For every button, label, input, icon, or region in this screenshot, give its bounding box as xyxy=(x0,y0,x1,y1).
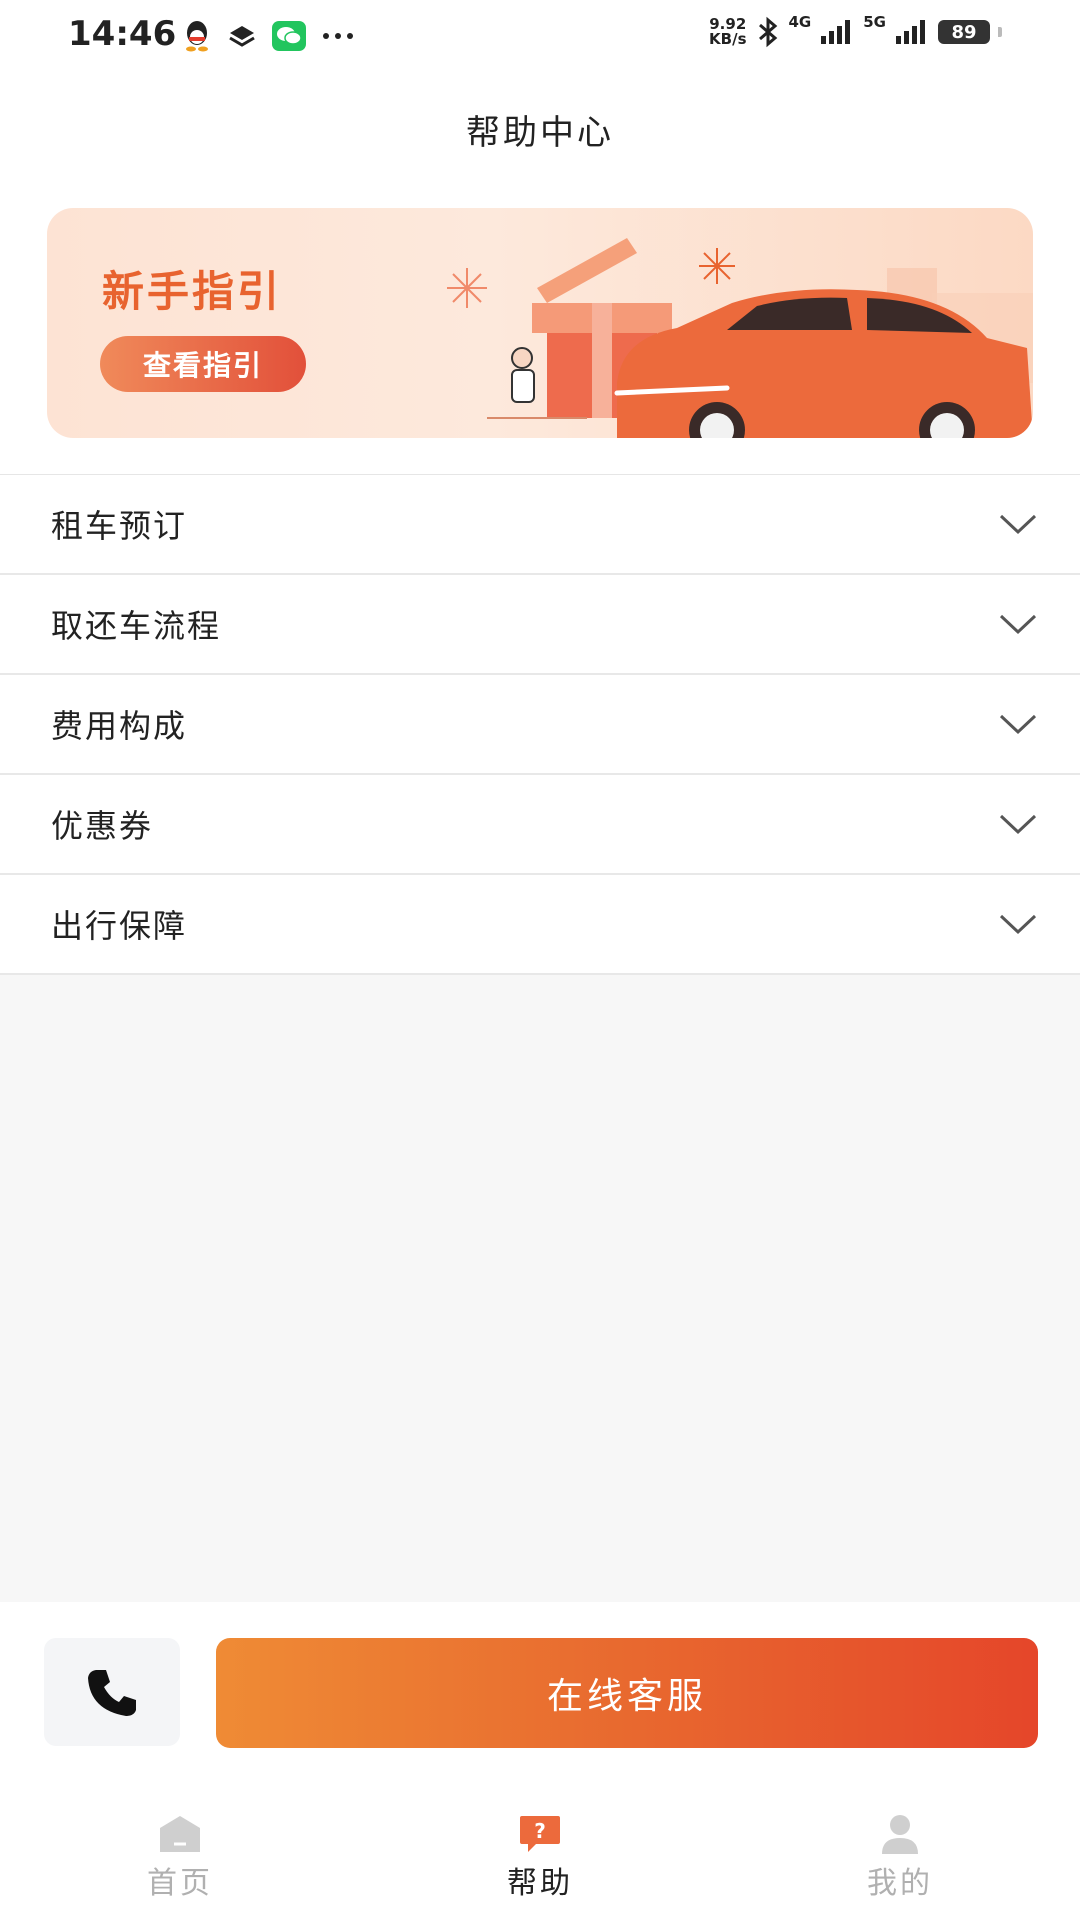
user-icon xyxy=(882,1815,918,1854)
bluetooth-icon xyxy=(758,16,777,48)
car-illustration xyxy=(447,238,1033,438)
wechat-icon xyxy=(272,21,306,51)
signal-2-icon xyxy=(896,20,925,44)
faq-item-label: 出行保障 xyxy=(51,907,188,945)
battery-indicator: 89 xyxy=(938,20,990,44)
header: 帮助中心 xyxy=(0,74,1080,184)
signal-2-label: 5G xyxy=(863,13,886,31)
chevron-down-icon[interactable] xyxy=(998,711,1038,737)
tab-home[interactable]: 首页 xyxy=(80,1762,280,1920)
network-speed-unit: KB/s xyxy=(709,30,747,48)
chevron-down-icon[interactable] xyxy=(998,911,1038,937)
page-title: 帮助中心 xyxy=(466,112,614,153)
view-guide-button[interactable]: 查看指引 xyxy=(100,336,306,392)
banner-area: 新手指引 查看指引 xyxy=(0,184,1080,474)
status-bar: 14:46 9.92 KB/s 4G 5G 89 xyxy=(0,0,1080,74)
phone-call-button[interactable] xyxy=(44,1638,180,1746)
signal-1-label: 4G xyxy=(788,13,812,31)
tab-home-label: 首页 xyxy=(147,1866,213,1901)
signal-1-icon xyxy=(821,20,851,44)
chevron-down-icon[interactable] xyxy=(998,611,1038,637)
faq-item-rental-booking[interactable]: 租车预订 xyxy=(0,475,1080,575)
chevron-down-icon[interactable] xyxy=(998,511,1038,537)
tab-help-label: 帮助 xyxy=(507,1866,573,1901)
tab-mine-label: 我的 xyxy=(867,1866,933,1901)
system-status: 9.92 KB/s 4G 5G 89 xyxy=(709,13,1002,48)
faq-item-pickup-return[interactable]: 取还车流程 xyxy=(0,575,1080,675)
qq-icon xyxy=(186,21,208,52)
beginner-guide-banner[interactable]: 新手指引 查看指引 xyxy=(47,208,1033,438)
banner-title: 新手指引 xyxy=(102,267,283,316)
network-speed: 9.92 KB/s xyxy=(709,17,746,47)
help-icon: ? xyxy=(520,1816,560,1852)
home-icon xyxy=(160,1816,200,1852)
tab-help[interactable]: ? 帮助 xyxy=(440,1762,640,1920)
faq-item-label: 费用构成 xyxy=(51,707,188,745)
help-center-screen: 14:46 9.92 KB/s 4G 5G 89 帮助中心 新手指引 查看指引 … xyxy=(0,0,1080,1920)
faq-item-label: 取还车流程 xyxy=(51,607,222,645)
online-service-button[interactable]: 在线客服 xyxy=(216,1638,1038,1748)
faq-accordion: 租车预订 取还车流程 费用构成 优惠券 出行保障 xyxy=(0,474,1080,975)
chevron-down-icon[interactable] xyxy=(998,811,1038,837)
svg-text:?: ? xyxy=(534,1819,546,1843)
status-time: 14:46 xyxy=(68,14,177,54)
faq-item-coupons[interactable]: 优惠券 xyxy=(0,775,1080,875)
faq-item-travel-protection[interactable]: 出行保障 xyxy=(0,875,1080,975)
tab-bar: 首页 ? 帮助 我的 xyxy=(0,1762,1080,1920)
notification-icons xyxy=(182,20,354,52)
faq-item-label: 租车预订 xyxy=(51,507,188,545)
phone-icon xyxy=(88,1670,136,1716)
faq-item-label: 优惠券 xyxy=(51,807,154,845)
layers-icon xyxy=(229,26,255,47)
tab-mine[interactable]: 我的 xyxy=(800,1762,1000,1920)
more-icon xyxy=(323,33,353,39)
battery-cap xyxy=(998,27,1002,37)
action-bar: 在线客服 xyxy=(0,1602,1080,1762)
faq-item-fee-breakdown[interactable]: 费用构成 xyxy=(0,675,1080,775)
